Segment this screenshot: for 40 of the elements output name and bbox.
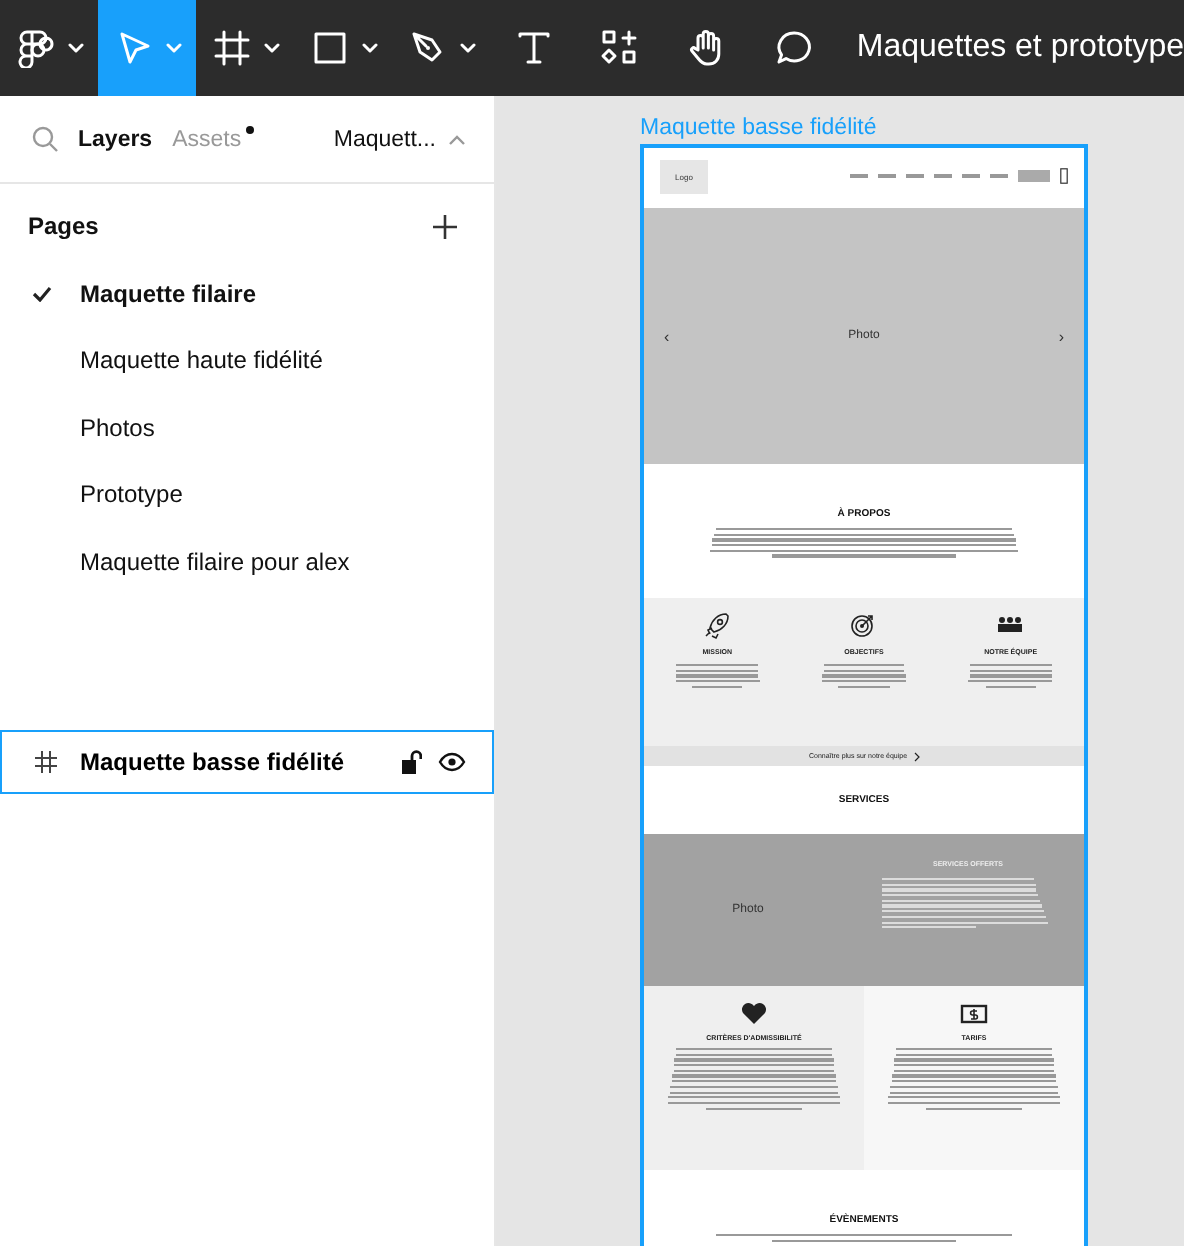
page-item[interactable]: Photos bbox=[0, 394, 494, 461]
chevron-right-icon bbox=[913, 751, 920, 761]
page-item[interactable]: Maquette filaire bbox=[0, 260, 494, 327]
eye-icon[interactable] bbox=[438, 751, 466, 771]
figma-logo-icon bbox=[15, 28, 55, 68]
page-item[interactable]: Prototype bbox=[0, 461, 494, 528]
search-icon[interactable] bbox=[32, 126, 58, 152]
rectangle-icon bbox=[309, 28, 349, 68]
next-arrow: › bbox=[1058, 327, 1064, 345]
previous-arrow: ‹ bbox=[664, 327, 670, 345]
panel-tab[interactable]: Layers bbox=[78, 127, 153, 151]
rocket-icon bbox=[703, 612, 732, 640]
add-page-icon[interactable] bbox=[432, 213, 458, 239]
nav-button bbox=[1018, 170, 1050, 182]
text-lines-drawing bbox=[817, 664, 910, 689]
text-lines-drawing bbox=[964, 664, 1057, 689]
target-icon bbox=[849, 612, 878, 640]
phone-icon bbox=[1060, 168, 1068, 184]
chevron-down-icon bbox=[459, 42, 475, 54]
section-heading: Pages bbox=[28, 212, 99, 240]
comment-icon bbox=[773, 28, 814, 68]
frame-icon bbox=[211, 28, 251, 68]
document-title: Maquettes et prototype bbox=[856, 30, 1184, 66]
chevron-down-icon bbox=[361, 42, 377, 54]
text-tool-icon bbox=[513, 28, 554, 68]
page-switcher[interactable]: Maquett... bbox=[333, 127, 466, 151]
components-icon bbox=[600, 28, 641, 68]
heart-icon bbox=[740, 1000, 768, 1028]
page-item[interactable]: Maquette haute fidélité bbox=[0, 327, 494, 394]
page-item[interactable]: Maquette filaire pour alex bbox=[0, 528, 494, 595]
unlock-icon[interactable] bbox=[402, 749, 422, 773]
chevron-down-icon bbox=[67, 42, 83, 54]
chevron-down-icon bbox=[263, 42, 279, 54]
layer-row[interactable]: Maquette basse fidélité bbox=[0, 729, 494, 793]
frame-icon bbox=[34, 749, 58, 773]
checkmark-icon bbox=[32, 285, 52, 302]
chevron-up-icon bbox=[448, 133, 466, 145]
banknote-icon bbox=[960, 1000, 988, 1028]
text-lines-drawing bbox=[671, 664, 764, 689]
chevron-down-icon bbox=[165, 42, 181, 54]
